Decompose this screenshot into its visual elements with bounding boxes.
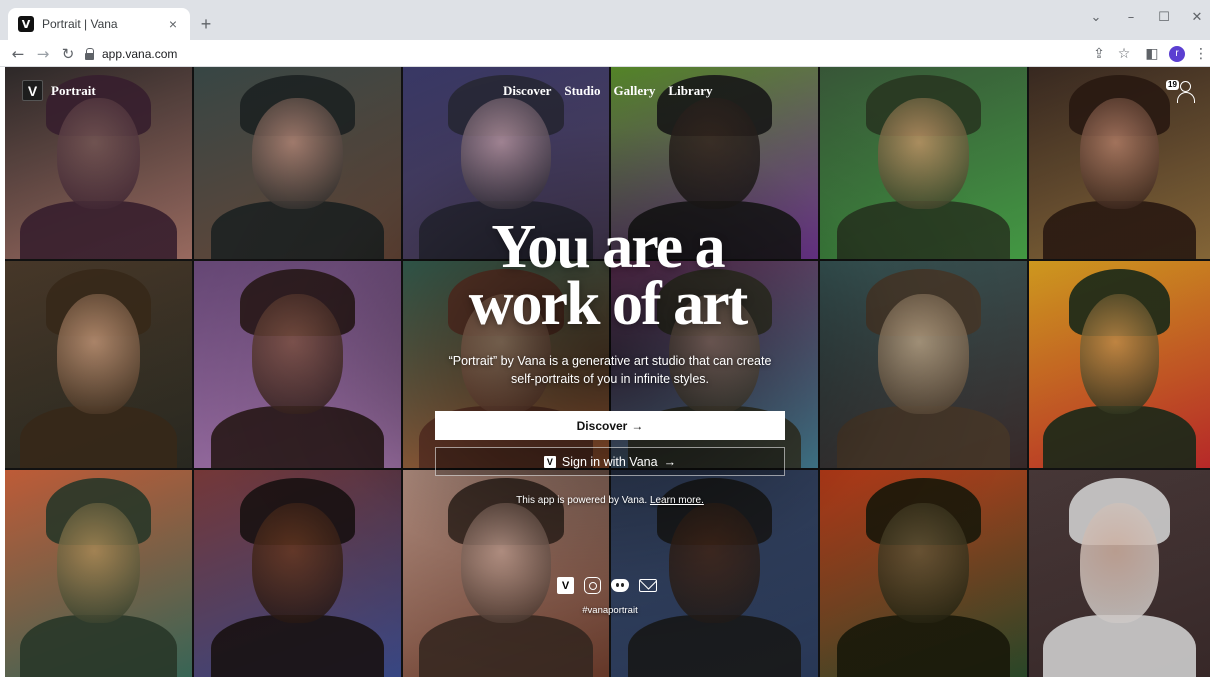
main-nav: Discover Studio Gallery Library	[503, 83, 712, 99]
minimize-button[interactable]: –	[1120, 10, 1142, 25]
vana-social-icon[interactable]: V	[557, 577, 574, 594]
reload-button[interactable]: ↻	[58, 44, 78, 64]
nav-gallery[interactable]: Gallery	[614, 83, 656, 99]
close-window-button[interactable]: ✕	[1186, 10, 1208, 25]
nav-studio[interactable]: Studio	[564, 83, 600, 99]
tab-title: Portrait | Vana	[42, 17, 118, 31]
instagram-icon[interactable]	[584, 577, 601, 594]
browser-tab-strip: V Portrait | Vana × + ⌄ – ☐ ✕	[0, 0, 1210, 40]
discord-icon[interactable]	[611, 579, 629, 592]
nav-discover[interactable]: Discover	[503, 83, 551, 99]
powered-by-text: This app is powered by Vana. Learn more.	[435, 495, 785, 506]
hero-title-line-1: You are a	[491, 213, 725, 281]
account-button[interactable]: 19	[1166, 78, 1196, 108]
url-text[interactable]: app.vana.com	[102, 47, 177, 61]
profile-avatar[interactable]: r	[1169, 46, 1185, 62]
share-icon[interactable]: ⇪	[1089, 44, 1109, 64]
portrait-landing-page: V Portrait Discover Studio Gallery Libra…	[5, 67, 1210, 677]
arrow-right-icon: →	[663, 454, 677, 469]
brand-logo[interactable]: V Portrait	[22, 80, 96, 101]
vana-logo-icon: V	[543, 455, 556, 468]
mail-icon[interactable]	[639, 579, 657, 592]
hero-subtitle-line-1: “Portrait” by Vana is a generative art s…	[448, 354, 772, 368]
new-tab-button[interactable]: +	[196, 14, 216, 34]
hero-subtitle: “Portrait” by Vana is a generative art s…	[435, 352, 785, 388]
browser-menu-icon[interactable]: ⋮	[1191, 44, 1210, 64]
discover-button[interactable]: Discover →	[435, 411, 785, 440]
back-button[interactable]: ←	[8, 44, 28, 64]
hashtag-text: #vanaportrait	[582, 605, 638, 616]
tab-close-icon[interactable]: ×	[164, 16, 182, 32]
bookmark-star-icon[interactable]: ☆	[1114, 44, 1134, 64]
brand-name: Portrait	[51, 82, 96, 98]
tab-search-icon[interactable]: ⌄	[1085, 10, 1107, 25]
browser-toolbar: ← → ↻ app.vana.com ⇪ ☆ ◧ r ⋮	[0, 40, 1210, 67]
powered-by-label: This app is powered by Vana.	[516, 495, 648, 506]
discover-button-label: Discover	[576, 418, 628, 433]
hero-subtitle-line-2: self-portraits of you in infinite styles…	[511, 372, 709, 386]
sign-in-button-label: Sign in with Vana	[561, 454, 658, 469]
browser-tab[interactable]: V Portrait | Vana ×	[8, 8, 190, 40]
social-links: V	[557, 577, 657, 594]
address-bar[interactable]: app.vana.com	[84, 43, 1084, 65]
sign-in-with-vana-button[interactable]: V Sign in with Vana →	[435, 447, 785, 476]
side-panel-icon[interactable]: ◧	[1142, 44, 1162, 64]
forward-button[interactable]: →	[33, 44, 53, 64]
learn-more-link[interactable]: Learn more.	[650, 495, 704, 506]
hero-title-line-2: work of art	[468, 270, 749, 338]
vana-logo-icon: V	[22, 80, 43, 101]
lock-icon[interactable]	[84, 48, 94, 60]
user-icon	[1176, 80, 1195, 104]
maximize-button[interactable]: ☐	[1153, 10, 1175, 25]
arrow-right-icon: →	[631, 418, 644, 433]
hero-title: You are a work of art	[5, 213, 1210, 338]
nav-library[interactable]: Library	[668, 83, 712, 99]
vana-favicon-icon: V	[18, 16, 34, 32]
